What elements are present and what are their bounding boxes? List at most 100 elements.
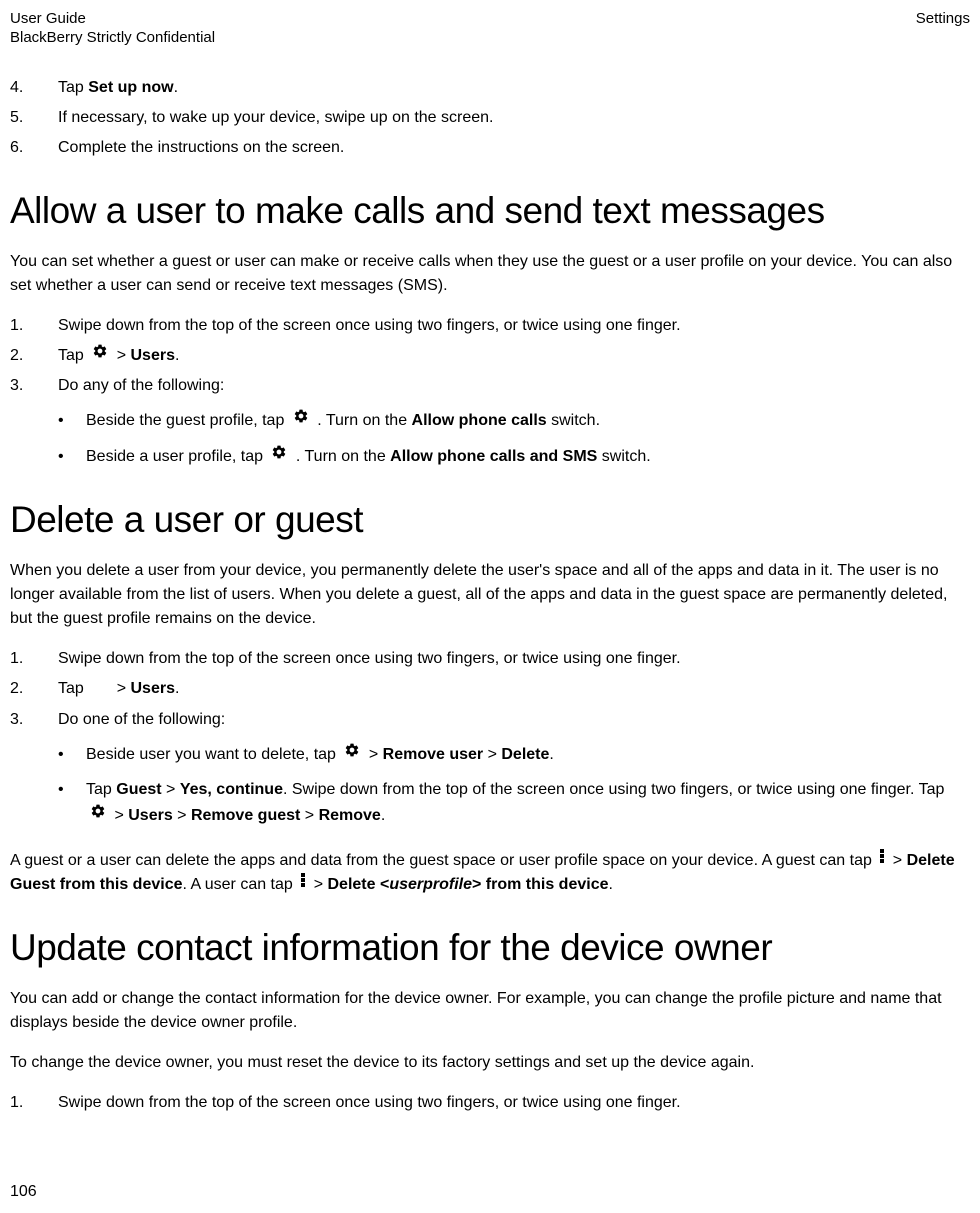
step-number: 2. [10, 677, 58, 701]
bold-text: Users [128, 807, 172, 824]
text: Tap [58, 347, 88, 364]
bold-text: Delete [501, 746, 549, 763]
step-2: 2. Tap > Users. [10, 677, 970, 701]
text: . Swipe down from the top of the screen … [283, 781, 944, 798]
bullet-content: Beside the guest profile, tap . Turn on … [86, 408, 970, 434]
step-number: 1. [10, 647, 58, 671]
step-number: 4. [10, 76, 58, 100]
text: > [173, 807, 191, 824]
step-2: 2. Tap > Users. [10, 344, 970, 368]
step-content: Swipe down from the top of the screen on… [58, 314, 970, 338]
step-content: Tap > Users. [58, 677, 970, 701]
text: . [175, 347, 179, 364]
text: switch. [547, 412, 600, 429]
heading-delete-user: Delete a user or guest [10, 499, 970, 541]
step-1: 1. Swipe down from the top of the screen… [10, 314, 970, 338]
text: > [117, 681, 131, 698]
bullet-delete-guest: • Tap Guest > Yes, continue. Swipe down … [58, 777, 970, 828]
text: . [175, 681, 179, 698]
text: > [162, 781, 180, 798]
page-header: User Guide BlackBerry Strictly Confident… [10, 10, 970, 46]
step-content: Do one of the following: [58, 708, 970, 732]
text: . [549, 746, 553, 763]
bold-users: Users [131, 681, 175, 698]
step-content: Complete the instructions on the screen. [58, 136, 970, 160]
text: Beside a user profile, tap [86, 448, 267, 465]
settings-gear-icon [293, 407, 309, 433]
step-number: 3. [10, 374, 58, 398]
section2-bullets: • Beside user you want to delete, tap > … [58, 742, 970, 829]
step-1: 1. Swipe down from the top of the screen… [10, 647, 970, 671]
step-4: 4. Tap Set up now. [10, 76, 970, 100]
bold-text: Allow phone calls [412, 412, 547, 429]
step-6: 6. Complete the instructions on the scre… [10, 136, 970, 160]
confidential-label: BlackBerry Strictly Confidential [10, 29, 215, 46]
bullet-content: Beside a user profile, tap . Turn on the… [86, 444, 970, 470]
text: > [314, 876, 328, 893]
bullet-content: Tap Guest > Yes, continue. Swipe down fr… [86, 777, 970, 828]
step-content: Tap > Users. [58, 344, 970, 368]
step-number: 3. [10, 708, 58, 732]
bullet-marker: • [58, 777, 86, 803]
step-content: Do any of the following: [58, 374, 970, 398]
section3-steps: 1. Swipe down from the top of the screen… [10, 1091, 970, 1115]
step-number: 1. [10, 1091, 58, 1115]
bold-text: Set up now [88, 79, 173, 96]
bullet-delete-user: • Beside user you want to delete, tap > … [58, 742, 970, 768]
page-number: 106 [10, 1183, 37, 1201]
bold-text: Remove [319, 807, 381, 824]
bullet-marker: • [58, 444, 86, 470]
bold-text: Remove guest [191, 807, 300, 824]
step-content: Swipe down from the top of the screen on… [58, 1091, 970, 1115]
step-number: 5. [10, 106, 58, 130]
bullet-guest-profile: • Beside the guest profile, tap . Turn o… [58, 408, 970, 434]
guide-title: User Guide [10, 10, 215, 27]
step-number: 2. [10, 344, 58, 368]
step-3: 3. Do one of the following: [10, 708, 970, 732]
bullet-user-profile: • Beside a user profile, tap . Turn on t… [58, 444, 970, 470]
step-1: 1. Swipe down from the top of the screen… [10, 1091, 970, 1115]
step-content: Tap Set up now. [58, 76, 970, 100]
bold-text: Guest [116, 781, 161, 798]
step-content: If necessary, to wake up your device, sw… [58, 106, 970, 130]
text: A guest or a user can delete the apps an… [10, 852, 876, 869]
settings-gear-icon [92, 343, 108, 367]
bold-text: Yes, continue [180, 781, 283, 798]
step-number: 1. [10, 314, 58, 338]
text: > [114, 807, 128, 824]
text: Beside user you want to delete, tap [86, 746, 340, 763]
settings-gear-icon [90, 802, 106, 828]
more-menu-icon [299, 872, 307, 896]
text: > [893, 852, 907, 869]
intro-paragraph: When you delete a user from your device,… [10, 559, 970, 631]
more-menu-icon [878, 848, 886, 872]
section-label: Settings [916, 10, 970, 46]
section2-steps: 1. Swipe down from the top of the screen… [10, 647, 970, 731]
header-left: User Guide BlackBerry Strictly Confident… [10, 10, 215, 46]
step-content: Swipe down from the top of the screen on… [58, 647, 970, 671]
text: Tap [58, 79, 88, 96]
settings-gear-icon [344, 741, 360, 767]
text: Beside the guest profile, tap [86, 412, 289, 429]
text: . [381, 807, 385, 824]
intro-paragraph: You can set whether a guest or user can … [10, 250, 970, 298]
section1-steps: 1. Swipe down from the top of the screen… [10, 314, 970, 398]
bold-text: Allow phone calls and SMS [390, 448, 597, 465]
settings-gear-icon [271, 443, 287, 469]
bullet-marker: • [58, 742, 86, 768]
text: > [300, 807, 318, 824]
text: . [609, 876, 613, 893]
bullet-marker: • [58, 408, 86, 434]
text: Tap [86, 781, 116, 798]
step-3: 3. Do any of the following: [10, 374, 970, 398]
italic-text: userprofile [389, 876, 472, 893]
bold-text: Delete <userprofile> from this device [328, 876, 609, 893]
step-5: 5. If necessary, to wake up your device,… [10, 106, 970, 130]
text: . Turn on the [296, 448, 390, 465]
text: > [117, 347, 131, 364]
bullet-content: Beside user you want to delete, tap > Re… [86, 742, 970, 768]
paragraph-1: You can add or change the contact inform… [10, 987, 970, 1035]
text: > [369, 746, 383, 763]
continued-steps: 4. Tap Set up now. 5. If necessary, to w… [10, 76, 970, 160]
section1-bullets: • Beside the guest profile, tap . Turn o… [58, 408, 970, 469]
